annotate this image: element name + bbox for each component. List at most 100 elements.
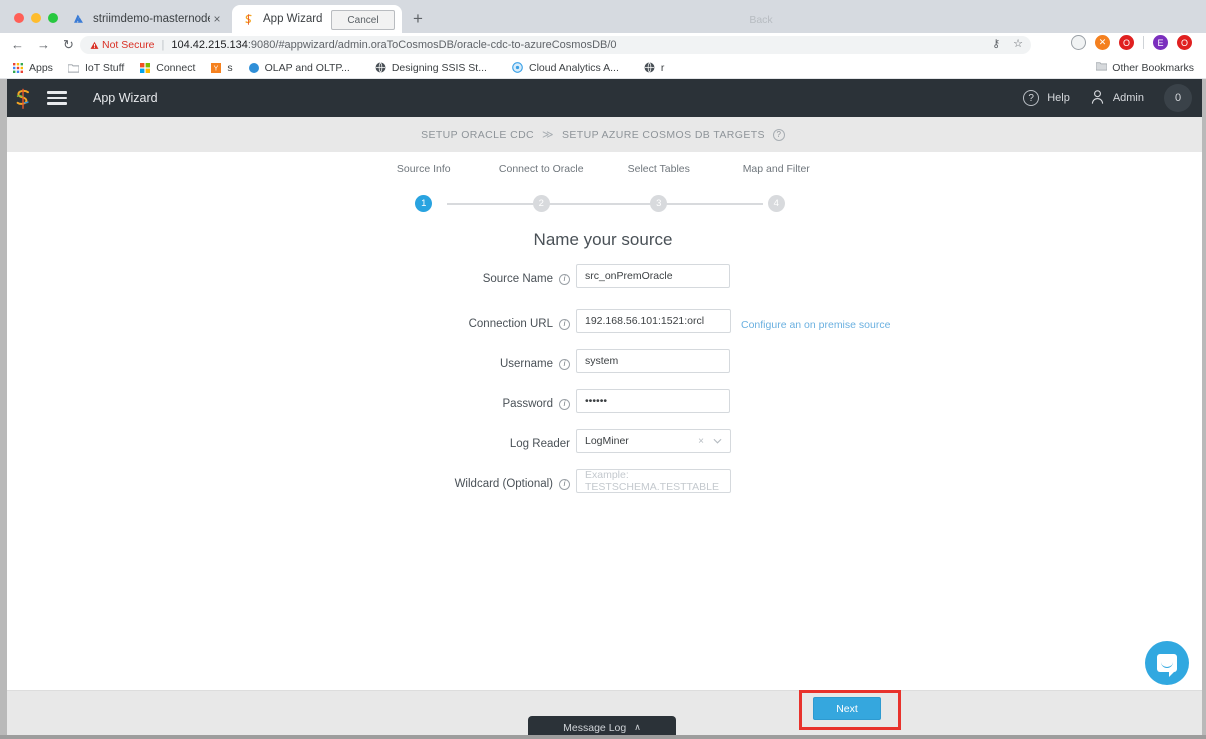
bookmark-ssis-label: Designing SSIS St...	[391, 61, 487, 74]
reload-button[interactable]: ↻	[63, 37, 74, 52]
security-status[interactable]: Not Secure	[90, 39, 155, 51]
striim-icon	[240, 11, 256, 27]
stepper-dots: 1 2 3 4	[365, 195, 835, 212]
source-name-input[interactable]: src_onPremOracle	[576, 264, 730, 288]
url-host: 104.42.215.134	[171, 39, 248, 51]
url-path: :9080/#appwizard/admin.oraToCosmosDB/ora…	[247, 39, 617, 51]
back-button[interactable]: ←	[11, 37, 24, 52]
extension-orange-icon[interactable]: ✕	[1095, 35, 1110, 50]
connection-url-label: Connection URL i	[330, 318, 570, 330]
notification-badge[interactable]: 0	[1164, 84, 1192, 112]
help-button[interactable]: ? Help	[1023, 90, 1070, 106]
next-button[interactable]: Next	[813, 697, 881, 720]
chevron-down-icon[interactable]	[713, 436, 722, 447]
step-dot-1[interactable]: 1	[415, 195, 433, 212]
cancel-button[interactable]: Cancel	[331, 10, 395, 30]
step-dot-4[interactable]: 4	[767, 195, 785, 212]
username-label: Username i	[330, 358, 570, 370]
yellow-y-icon: Y	[210, 62, 222, 74]
window-right-edge	[1202, 79, 1206, 739]
bookmark-r[interactable]: r	[644, 61, 665, 74]
security-status-label: Not Secure	[102, 39, 155, 51]
info-icon[interactable]: i	[559, 318, 570, 330]
chevron-up-icon: ∧	[634, 722, 641, 732]
main-content: Source Info Connect to Oracle Select Tab…	[0, 152, 1206, 690]
breadcrumb-separator: ≫	[542, 129, 554, 141]
maximize-window-button[interactable]	[48, 13, 58, 23]
step-dot-2[interactable]: 2	[532, 195, 550, 212]
step-dot-3[interactable]: 3	[650, 195, 668, 212]
bookmark-iot-stuff-label: IoT Stuff	[84, 61, 125, 74]
source-name-label: Source Name i	[330, 273, 570, 285]
user-icon	[1090, 89, 1105, 108]
connection-url-input[interactable]: 192.168.56.101:1521:orcl	[576, 309, 731, 333]
bookmark-apps[interactable]: Apps	[12, 62, 53, 74]
username-input[interactable]: system	[576, 349, 730, 373]
azure-icon	[70, 11, 86, 27]
address-bar[interactable]: Not Secure | 104.42.215.134 :9080/#appwi…	[80, 36, 1031, 54]
striim-logo-icon[interactable]	[13, 87, 33, 109]
chat-bubble-icon[interactable]	[1145, 641, 1189, 685]
extension-globe-icon[interactable]	[1071, 35, 1086, 50]
close-tab-1-button[interactable]: ×	[210, 12, 224, 26]
user-menu[interactable]: Admin	[1090, 89, 1144, 108]
stepper-labels: Source Info Connect to Oracle Select Tab…	[365, 163, 835, 175]
log-reader-label: Log Reader	[330, 438, 570, 450]
minimize-window-button[interactable]	[31, 13, 41, 23]
log-reader-select[interactable]: LogMiner ×	[576, 429, 731, 453]
message-log-label: Message Log	[563, 721, 627, 734]
question-circle-icon[interactable]: ?	[772, 128, 785, 141]
folder-icon	[1095, 61, 1108, 74]
configure-on-premise-link[interactable]: Configure an on premise source	[741, 319, 890, 331]
apps-grid-icon	[12, 62, 24, 74]
svg-text:Y: Y	[214, 65, 219, 72]
window-controls[interactable]	[14, 13, 58, 23]
bookmark-r-label: r	[660, 61, 665, 74]
info-icon[interactable]: i	[559, 398, 570, 410]
step-label-1: Source Info	[396, 163, 451, 175]
forward-button[interactable]: →	[37, 37, 50, 52]
bookmark-cloud-analytics[interactable]: Cloud Analytics A...	[512, 62, 619, 74]
extension-toolbar: ✕ O E O	[1071, 35, 1192, 50]
bookmark-ssis[interactable]: Designing SSIS St...	[375, 62, 487, 74]
blue-ring-icon	[512, 62, 524, 74]
question-circle-icon: ?	[1023, 90, 1040, 106]
globe-icon	[644, 62, 656, 74]
extension-red-icon[interactable]: O	[1119, 35, 1134, 50]
breadcrumb-item-0[interactable]: SETUP ORACLE CDC	[421, 129, 534, 141]
bookmark-apps-label: Apps	[29, 61, 53, 74]
user-label: Admin	[1112, 92, 1144, 104]
close-window-button[interactable]	[14, 13, 24, 23]
other-bookmarks-button[interactable]: Other Bookmarks	[1095, 61, 1194, 74]
bookmark-cloud-analytics-label: Cloud Analytics A...	[528, 61, 619, 74]
form-row-log-reader: Log Reader LogMiner ×	[0, 429, 1206, 463]
breadcrumb-item-1[interactable]: SETUP AZURE COSMOS DB TARGETS	[562, 129, 765, 141]
form-row-connection-url: Connection URL i 192.168.56.101:1521:orc…	[0, 309, 1206, 343]
bookmark-connect[interactable]: Connect	[139, 62, 195, 74]
profile-avatar-icon[interactable]: E	[1153, 35, 1168, 50]
browser-toolbar: ← → ↻ Not Secure | 104.42.215.134 :9080/…	[0, 33, 1206, 57]
bookmark-iot-stuff[interactable]: IoT Stuff	[68, 62, 124, 74]
info-icon[interactable]: i	[559, 358, 570, 370]
info-icon[interactable]: i	[559, 478, 570, 490]
extension-red2-icon[interactable]: O	[1177, 35, 1192, 50]
bookmark-olap[interactable]: OLAP and OLTP...	[248, 62, 350, 74]
key-icon[interactable]: ⚷	[992, 37, 1000, 50]
browser-tab-1-title: striimdemo-masternode - Micr	[93, 13, 210, 25]
password-input[interactable]: ••••••	[576, 389, 730, 413]
new-tab-button[interactable]: +	[409, 10, 427, 28]
browser-window: striimdemo-masternode - Micr × App Wizar…	[0, 0, 1206, 739]
toolbar-divider	[1143, 36, 1144, 49]
username-label-text: Username	[499, 358, 553, 370]
bookmark-s[interactable]: Y s	[210, 62, 233, 74]
info-icon[interactable]: i	[559, 273, 570, 285]
clear-icon[interactable]: ×	[698, 436, 704, 447]
bookmark-star-icon[interactable]: ☆	[1013, 37, 1023, 50]
source-form: Source Name i src_onPremOracle Connectio…	[0, 264, 1206, 509]
browser-tab-1[interactable]: striimdemo-masternode - Micr ×	[62, 5, 232, 33]
step-label-3: Select Tables	[627, 163, 690, 175]
hamburger-icon[interactable]	[47, 91, 67, 105]
back-button[interactable]: Back	[741, 10, 781, 30]
wildcard-input[interactable]: Example: TESTSCHEMA.TESTTABLE	[576, 469, 731, 493]
password-label: Password i	[330, 398, 570, 410]
